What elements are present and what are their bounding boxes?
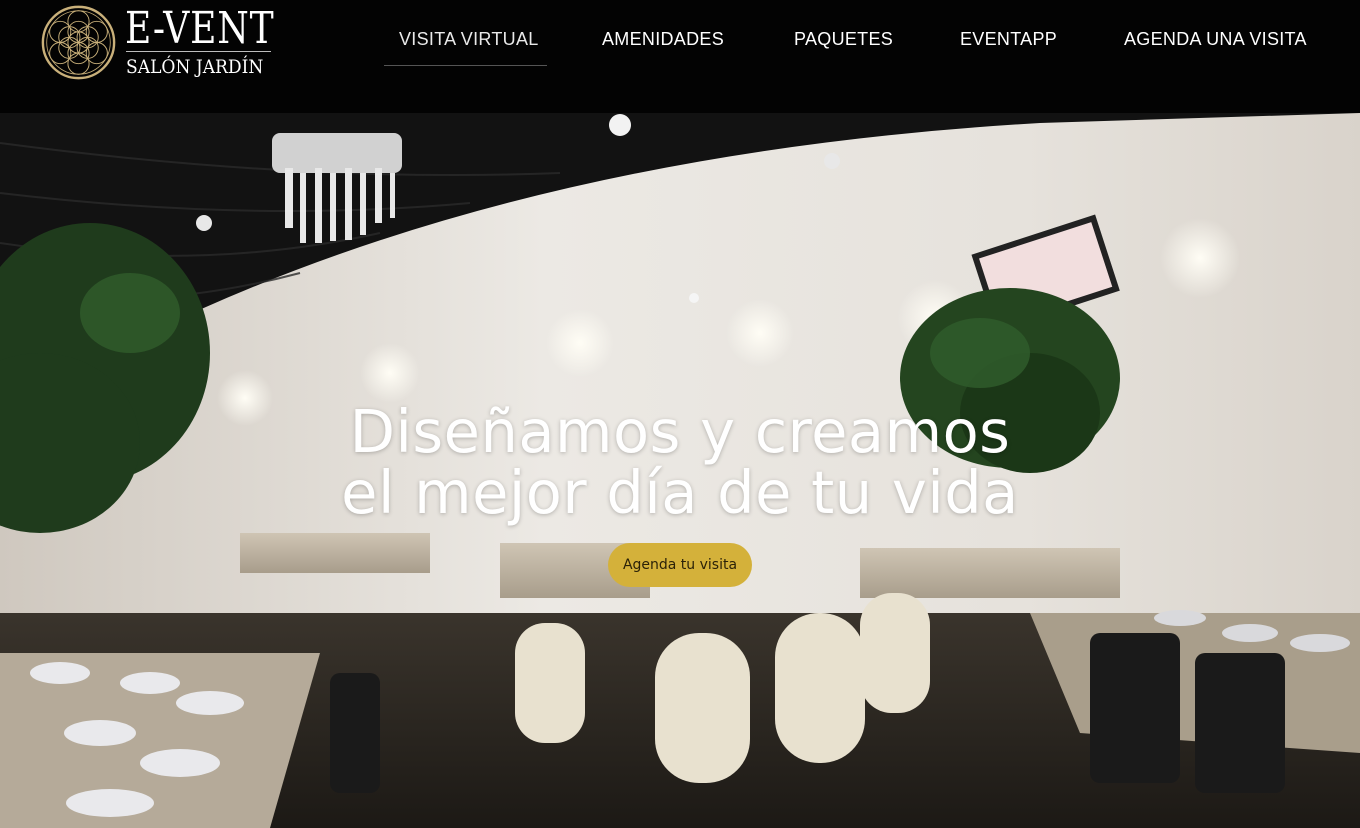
main-nav: VISITA VIRTUAL AMENIDADES PAQUETES EVENT… <box>0 0 1360 80</box>
nav-item-paquetes[interactable]: PAQUETES <box>794 29 893 51</box>
hero-section: Diseñamos y creamos el mejor día de tu v… <box>0 113 1360 828</box>
hero-headline-line1: Diseñamos y creamos <box>349 397 1011 466</box>
nav-item-visita-virtual[interactable]: VISITA VIRTUAL <box>399 29 539 51</box>
agenda-visita-button[interactable]: Agenda tu visita <box>608 543 752 587</box>
hero-headline-line2: el mejor día de tu vida <box>341 458 1019 527</box>
nav-item-amenidades[interactable]: AMENIDADES <box>602 29 724 51</box>
nav-item-eventapp[interactable]: EVENTAPP <box>960 29 1057 51</box>
site-header: E-VENT SALÓN JARDÍN VISITA VIRTUAL AMENI… <box>0 0 1360 113</box>
nav-item-agenda-una-visita[interactable]: AGENDA UNA VISITA <box>1124 29 1307 51</box>
nav-active-indicator <box>384 65 547 66</box>
hero-headline: Diseñamos y creamos el mejor día de tu v… <box>0 401 1360 523</box>
